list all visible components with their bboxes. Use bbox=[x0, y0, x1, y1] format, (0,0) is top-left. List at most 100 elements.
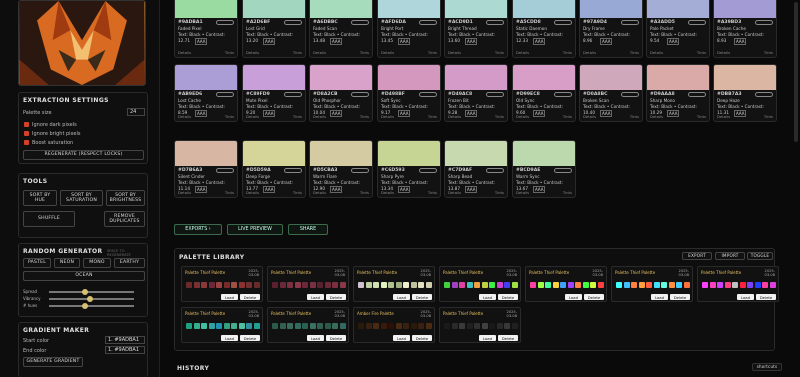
color-swatch[interactable] bbox=[580, 0, 642, 18]
regenerate-button[interactable]: REGENERATE (RESPECT LOCKS) bbox=[23, 150, 144, 160]
color-swatch[interactable] bbox=[445, 0, 507, 18]
spread-slider[interactable] bbox=[49, 289, 134, 295]
lock-toggle[interactable] bbox=[554, 20, 572, 25]
color-card[interactable]: #D498BF Soft Sync Text: Black • Contrast: 9… bbox=[377, 64, 441, 122]
details-link[interactable]: Details bbox=[313, 50, 326, 55]
details-link[interactable]: Details bbox=[313, 190, 326, 195]
hues-count-knob[interactable] bbox=[81, 303, 88, 309]
color-swatch[interactable] bbox=[243, 0, 305, 18]
library-import-button[interactable]: IMPORT bbox=[715, 252, 745, 260]
details-link[interactable]: Details bbox=[650, 114, 663, 119]
lock-toggle[interactable] bbox=[351, 168, 369, 173]
load-button[interactable]: Load bbox=[565, 294, 582, 300]
pastel-button[interactable]: PASTEL bbox=[23, 258, 51, 268]
tints-link[interactable]: Tints bbox=[697, 114, 706, 119]
details-link[interactable]: Details bbox=[717, 50, 730, 55]
delete-button[interactable]: Delete bbox=[498, 335, 518, 341]
tints-link[interactable]: Tints bbox=[563, 190, 572, 195]
library-palette-card[interactable]: Palette Thief Palette 2025-03-08 Load Delet… bbox=[181, 266, 263, 302]
library-palette-card[interactable]: Palette Thief Palette 2025-03-08 Load Delet… bbox=[439, 266, 521, 302]
lock-toggle[interactable] bbox=[755, 20, 773, 25]
tints-link[interactable]: Tints bbox=[428, 114, 437, 119]
delete-button[interactable]: Delete bbox=[326, 335, 346, 341]
details-link[interactable]: Details bbox=[381, 114, 394, 119]
end-color-select[interactable]: 1. #9ADBA1 bbox=[105, 346, 145, 354]
color-card[interactable]: #D0A8BC Broken Scan Text: Black • Contrast… bbox=[579, 64, 643, 122]
color-card[interactable]: #A6DBBC Faded Scan Text: Black • Contrast:… bbox=[309, 0, 373, 58]
library-palette-card[interactable]: Palette Thief Palette 2025-03-08 Load Delet… bbox=[697, 266, 779, 302]
library-palette-card[interactable]: Palette Thief Palette 2025-03-08 Load Delet… bbox=[525, 266, 607, 302]
color-card[interactable]: #A39BD3 Broken Cache Text: Black • Contras… bbox=[713, 0, 777, 58]
color-card[interactable]: #D49AC8 Frozen Bit Text: Black • Contrast:… bbox=[444, 64, 508, 122]
hues-count-slider[interactable] bbox=[49, 303, 134, 309]
color-card[interactable]: #9ADBA1 Faded Pixel Text: Black • Contrast… bbox=[174, 0, 238, 58]
library-palette-card[interactable]: Palette Thief Palette 2025-03-08 Load Delet… bbox=[267, 307, 349, 343]
color-card[interactable]: #C7D9AF Sharp Bead Text: Black • Contrast:… bbox=[444, 140, 508, 198]
remove-duplicates-button[interactable]: REMOVE DUPLICATES bbox=[104, 211, 145, 227]
tints-link[interactable]: Tints bbox=[293, 190, 302, 195]
ignore-dark-checkbox[interactable] bbox=[24, 122, 29, 127]
lock-toggle[interactable] bbox=[688, 20, 706, 25]
earthy-button[interactable]: EARTHY bbox=[114, 258, 145, 268]
lock-toggle[interactable] bbox=[755, 92, 773, 97]
lock-toggle[interactable] bbox=[486, 20, 504, 25]
tints-link[interactable]: Tints bbox=[563, 50, 572, 55]
load-button[interactable]: Load bbox=[307, 335, 324, 341]
details-link[interactable]: Details bbox=[381, 50, 394, 55]
tints-link[interactable]: Tints bbox=[495, 114, 504, 119]
color-swatch[interactable] bbox=[647, 65, 709, 90]
color-swatch[interactable] bbox=[378, 65, 440, 90]
color-swatch[interactable] bbox=[243, 65, 305, 90]
lock-toggle[interactable] bbox=[419, 168, 437, 173]
color-swatch[interactable] bbox=[513, 0, 575, 18]
tints-link[interactable]: Tints bbox=[764, 114, 773, 119]
tints-link[interactable]: Tints bbox=[428, 190, 437, 195]
library-palette-card[interactable]: Palette Thief Palette 2025-03-08 Load Delet… bbox=[267, 266, 349, 302]
library-palette-card[interactable]: Palette Thief Palette 2025-03-08 Load Delet… bbox=[181, 307, 263, 343]
color-card[interactable]: #ACD9D1 Bright Thread Text: Black • Contra… bbox=[444, 0, 508, 58]
details-link[interactable]: Details bbox=[246, 50, 259, 55]
color-card[interactable]: #D99EC8 Old Sync Text: Black • Contrast: 9.… bbox=[512, 64, 576, 122]
color-card[interactable]: #A5CDD8 Static Daemon Text: Black • Contra… bbox=[512, 0, 576, 58]
sort-saturation-button[interactable]: SORT BY SATURATION bbox=[60, 190, 103, 206]
shuffle-button[interactable]: SHUFFLE bbox=[23, 211, 75, 227]
lock-toggle[interactable] bbox=[486, 92, 504, 97]
library-export-button[interactable]: EXPORT bbox=[682, 252, 712, 260]
sort-hue-button[interactable]: SORT BY HUE bbox=[23, 190, 57, 206]
color-card[interactable]: #A2D6BF Lost Grid Text: Black • Contrast: 1… bbox=[242, 0, 306, 58]
color-swatch[interactable] bbox=[647, 0, 709, 18]
delete-button[interactable]: Delete bbox=[498, 294, 518, 300]
lock-toggle[interactable] bbox=[351, 20, 369, 25]
details-link[interactable]: Details bbox=[381, 190, 394, 195]
color-swatch[interactable] bbox=[175, 65, 237, 90]
generate-gradient-button[interactable]: GENERATE GRADIENT bbox=[23, 357, 83, 367]
lock-toggle[interactable] bbox=[621, 92, 639, 97]
start-color-select[interactable]: 1. #9ADBA1 bbox=[105, 336, 145, 344]
lock-toggle[interactable] bbox=[216, 20, 234, 25]
color-card[interactable]: #C89FD9 Mute Pixel Text: Black • Contrast:… bbox=[242, 64, 306, 122]
lock-toggle[interactable] bbox=[284, 20, 302, 25]
color-swatch[interactable] bbox=[445, 65, 507, 90]
details-link[interactable]: Details bbox=[717, 114, 730, 119]
ocean-button[interactable]: OCEAN bbox=[23, 271, 145, 281]
details-link[interactable]: Details bbox=[516, 114, 529, 119]
load-button[interactable]: Load bbox=[221, 335, 238, 341]
color-swatch[interactable] bbox=[310, 65, 372, 90]
color-card[interactable]: #DBB7A3 Deep Haze Text: Black • Contrast: 1… bbox=[713, 64, 777, 122]
lock-toggle[interactable] bbox=[621, 20, 639, 25]
details-link[interactable]: Details bbox=[246, 190, 259, 195]
lock-toggle[interactable] bbox=[688, 92, 706, 97]
load-button[interactable]: Load bbox=[393, 294, 410, 300]
lock-toggle[interactable] bbox=[554, 92, 572, 97]
library-palette-card[interactable]: Amber Fire Palette 2025-03-08 Load Delete bbox=[353, 307, 435, 343]
library-palette-card[interactable]: Palette Thief Palette 2025-03-08 Load Delet… bbox=[353, 266, 435, 302]
tints-link[interactable]: Tints bbox=[360, 114, 369, 119]
tints-link[interactable]: Tints bbox=[360, 190, 369, 195]
delete-button[interactable]: Delete bbox=[584, 294, 604, 300]
tints-link[interactable]: Tints bbox=[630, 114, 639, 119]
load-button[interactable]: Load bbox=[479, 294, 496, 300]
color-card[interactable]: #D8A2CB Old Phosphor Text: Black • Contras… bbox=[309, 64, 373, 122]
details-link[interactable]: Details bbox=[178, 190, 191, 195]
color-swatch[interactable] bbox=[714, 65, 776, 90]
tints-link[interactable]: Tints bbox=[764, 50, 773, 55]
